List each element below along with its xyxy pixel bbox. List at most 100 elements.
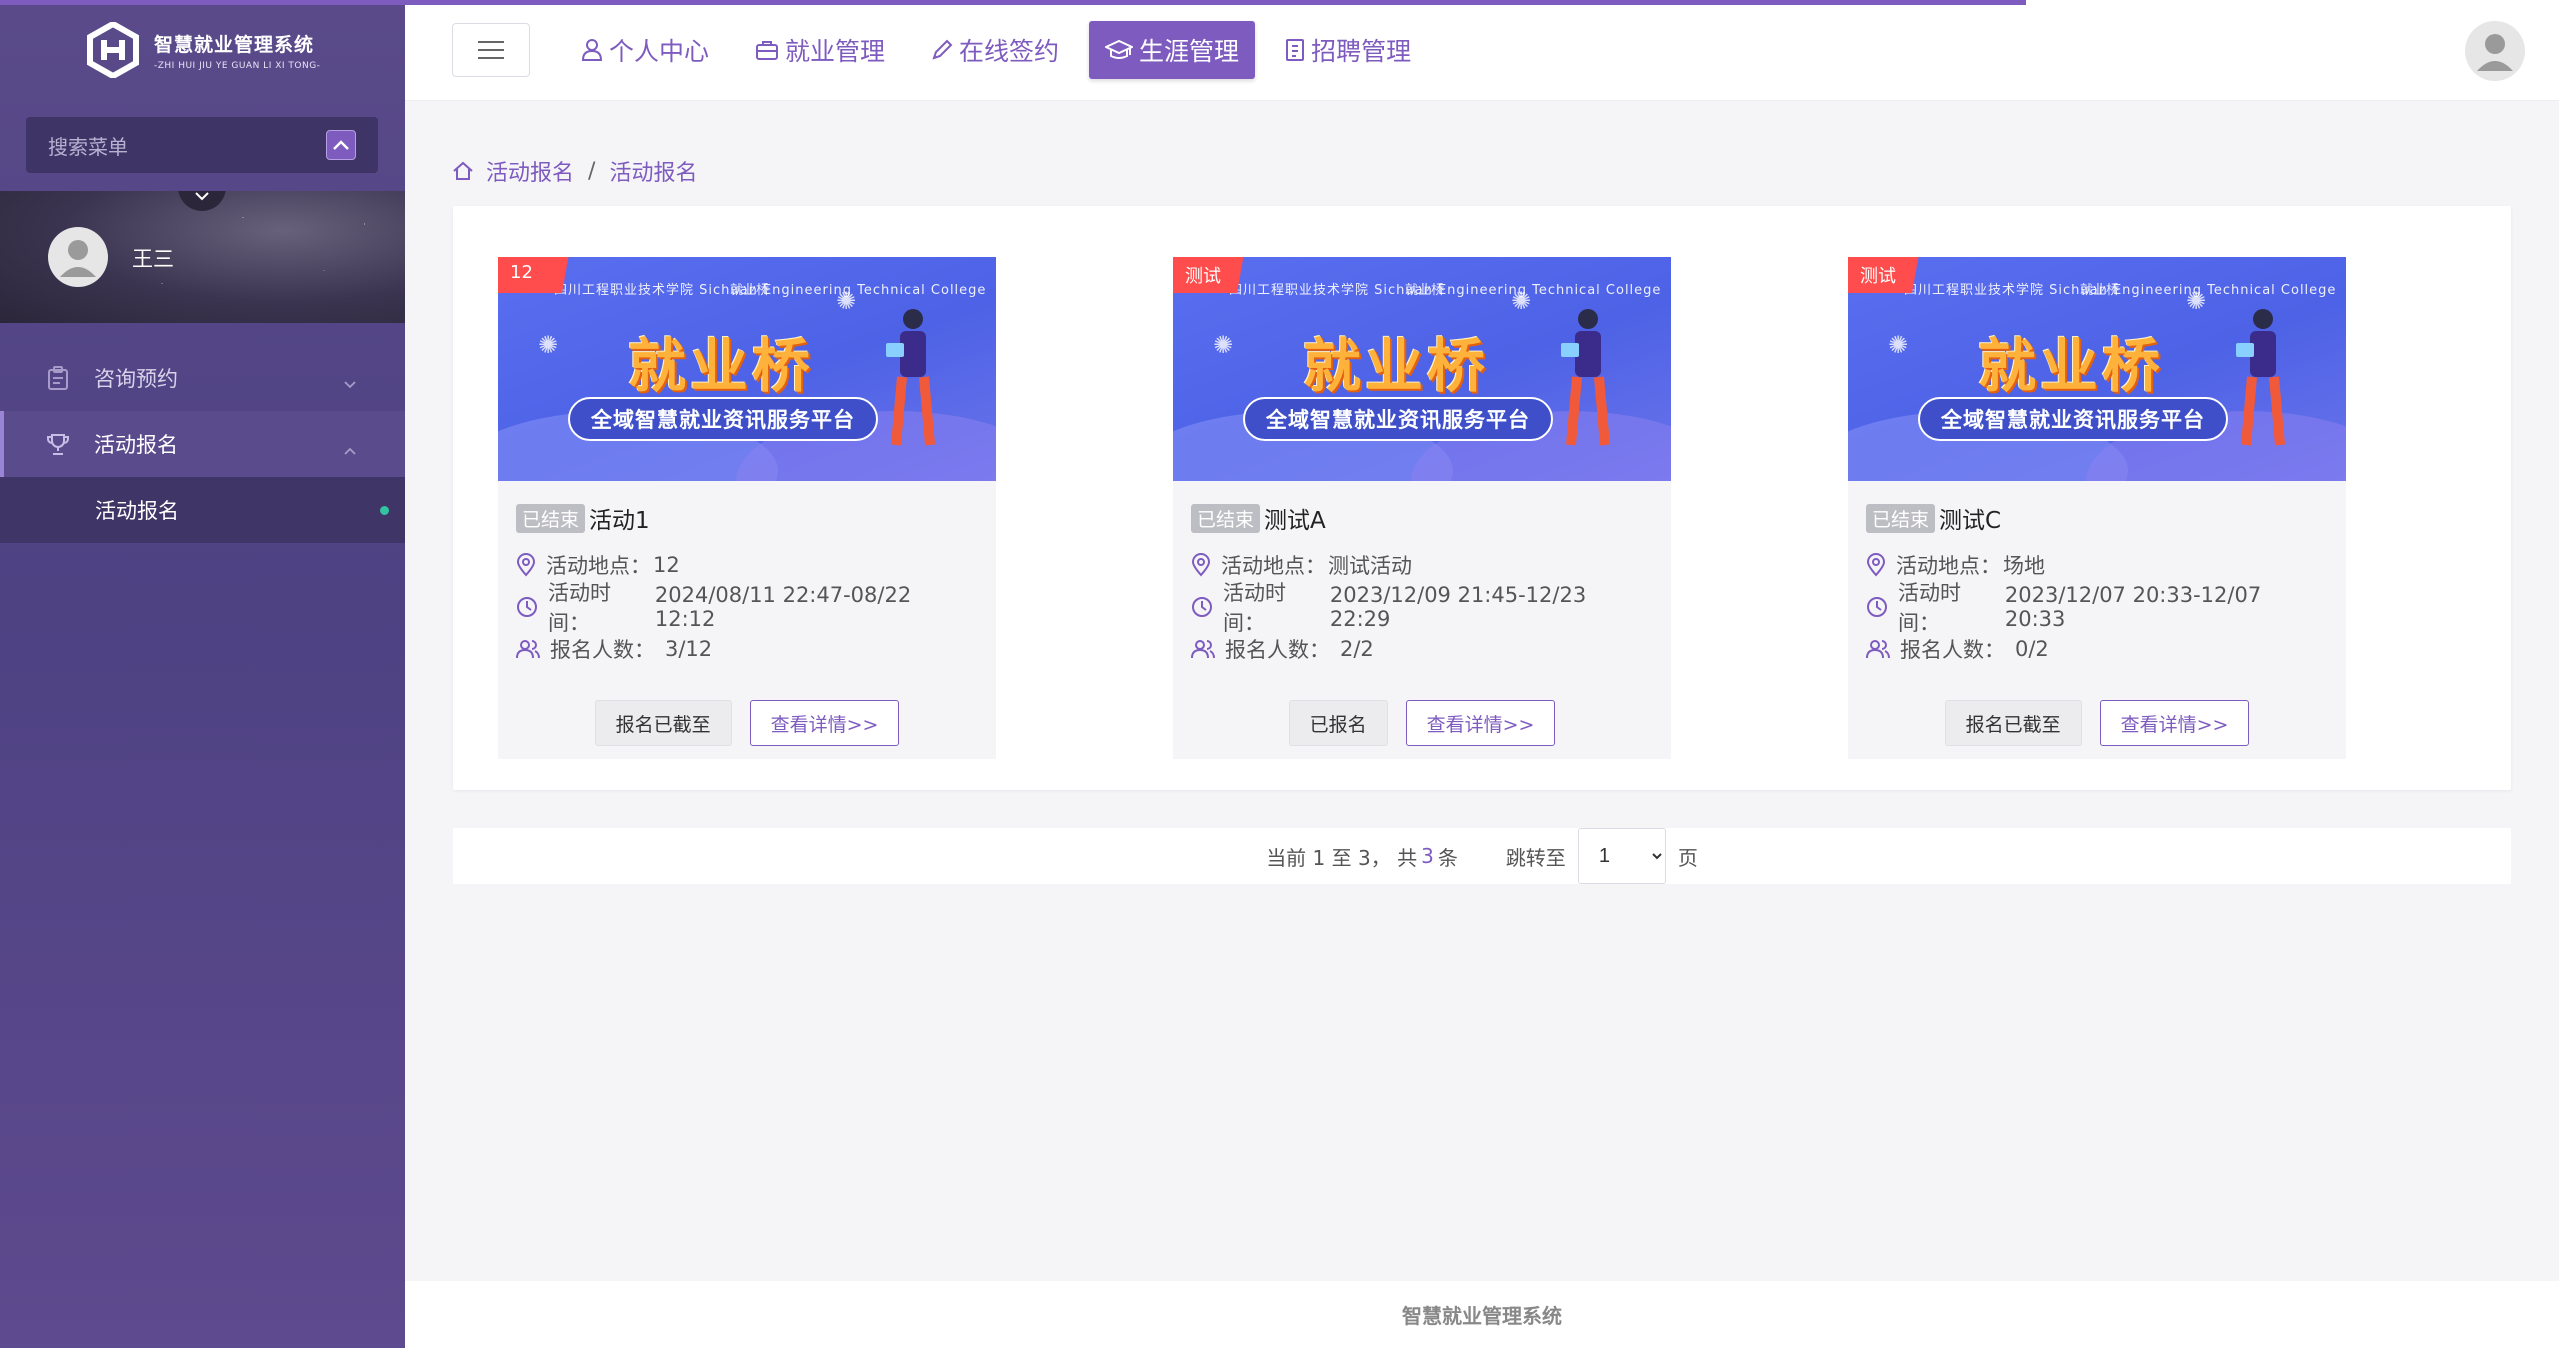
active-dot: [380, 506, 389, 515]
chevron-up-icon[interactable]: [326, 130, 356, 160]
clock-icon: [1867, 597, 1887, 617]
activity-card[interactable]: 四川工程职业技术学院 Sichuan Engineering Technical…: [498, 257, 996, 759]
sparkle-icon: ✺: [836, 287, 857, 315]
pagination-unit: 条: [1437, 845, 1458, 870]
time-value: 2024/08/11 22:47-08/22 12:12: [654, 583, 912, 631]
nav-label: 在线签约: [959, 37, 1060, 66]
user-name: 王三: [132, 247, 174, 271]
sidebar-item-consult[interactable]: 咨询预约: [0, 345, 405, 411]
activity-banner-image: 四川工程职业技术学院 Sichuan Engineering Technical…: [1848, 257, 2346, 481]
users-icon: [1866, 640, 1890, 659]
nav-label: 生涯管理: [1139, 37, 1240, 66]
clock-icon: [517, 597, 537, 617]
top-header: 个人中心 就业管理 在线签约 生涯管理 招聘管理: [405, 0, 2559, 101]
location-value: 场地: [2003, 554, 2045, 578]
menu-toggle-button[interactable]: [452, 23, 530, 77]
status-badge: 已结束: [1866, 503, 1936, 533]
banner-headline: 就业桥: [1303, 332, 1490, 400]
sidebar-item-activity[interactable]: 活动报名: [0, 411, 405, 477]
pen-icon: [932, 39, 953, 60]
activity-card[interactable]: 四川工程职业技术学院 Sichuan Engineering Technical…: [1848, 257, 2346, 759]
view-details-button[interactable]: 查看详情>>: [2099, 700, 2250, 746]
banner-brand: 就业桥: [2080, 283, 2120, 298]
activity-title: 测试A: [1264, 508, 1326, 534]
app-logo: 智慧就业管理系统 -ZHI HUI JIU YE GUAN LI XI TONG…: [86, 22, 320, 78]
count-value: 2/2: [1340, 637, 1374, 661]
view-details-button[interactable]: 查看详情>>: [1405, 700, 1556, 746]
footer: 智慧就业管理系统: [405, 1281, 2559, 1348]
nav-personal-center[interactable]: 个人中心: [565, 21, 725, 79]
nav-online-sign[interactable]: 在线签约: [915, 21, 1075, 79]
banner-college: 四川工程职业技术学院 Sichuan Engineering Technical…: [1229, 283, 1662, 298]
graduation-cap-icon: [1105, 39, 1134, 59]
chevron-down-icon: [343, 371, 357, 395]
signed-up-button[interactable]: 已报名: [1288, 700, 1388, 746]
count-label: 报名人数：: [550, 638, 655, 662]
sparkle-icon: ✺: [1888, 331, 1909, 359]
status-badge: 已结束: [516, 503, 586, 533]
menu-search-placeholder: 搜索菜单: [48, 134, 128, 159]
banner-college: 四川工程职业技术学院 Sichuan Engineering Technical…: [554, 283, 987, 298]
activity-card[interactable]: 四川工程职业技术学院 Sichuan Engineering Technical…: [1173, 257, 1671, 759]
pagination-range: 当前 1 至 3， 共: [1266, 845, 1418, 870]
nav-recruitment[interactable]: 招聘管理: [1269, 21, 1427, 79]
person-illustration: [1561, 309, 1610, 446]
location-label: 活动地点：: [546, 554, 651, 578]
briefcase-icon: [756, 41, 779, 60]
trophy-icon: [46, 432, 70, 456]
sidebar-item-label: 活动报名: [94, 433, 178, 457]
banner-headline: 就业桥: [1978, 332, 2165, 400]
top-nav: 个人中心 就业管理 在线签约 生涯管理 招聘管理: [565, 21, 1427, 79]
nav-label: 个人中心: [609, 37, 710, 66]
person-illustration: [886, 309, 935, 446]
hamburger-icon: [478, 41, 504, 59]
location-pin-icon: [1866, 553, 1886, 577]
clipboard-icon: [46, 366, 70, 390]
sidebar-subitem-activity-signup[interactable]: 活动报名: [0, 477, 405, 543]
location-value: 测试活动: [1328, 554, 1412, 578]
activity-ribbon: 12: [498, 257, 608, 293]
activity-ribbon: 测试: [1173, 257, 1283, 293]
signup-closed-button[interactable]: 报名已截至: [594, 700, 732, 746]
breadcrumb-item-current: 活动报名: [609, 161, 698, 186]
user-panel: 王三: [0, 191, 405, 323]
signup-closed-button[interactable]: 报名已截至: [1944, 700, 2082, 746]
location-label: 活动地点：: [1896, 554, 2001, 578]
count-value: 0/2: [2015, 637, 2049, 661]
status-badge: 已结束: [1191, 503, 1261, 533]
activity-list-panel: 四川工程职业技术学院 Sichuan Engineering Technical…: [453, 206, 2511, 790]
page-select[interactable]: 1: [1577, 828, 1666, 884]
document-icon: [1286, 39, 1305, 61]
banner-slogan: 全域智慧就业资讯服务平台: [1918, 397, 2228, 441]
banner-headline: 就业桥: [628, 332, 815, 400]
breadcrumb: 活动报名 / 活动报名: [452, 155, 697, 187]
sidebar-subitem-label: 活动报名: [95, 499, 179, 523]
location-pin-icon: [516, 553, 536, 577]
avatar[interactable]: [48, 227, 108, 287]
jump-label: 跳转至: [1505, 845, 1566, 870]
sparkle-icon: ✺: [1511, 287, 1532, 315]
banner-slogan: 全域智慧就业资讯服务平台: [1243, 397, 1553, 441]
nav-career[interactable]: 生涯管理: [1089, 21, 1256, 79]
banner-slogan: 全域智慧就业资讯服务平台: [568, 397, 878, 441]
sparkle-icon: ✺: [1213, 331, 1234, 359]
time-label: 活动时间：: [1223, 581, 1286, 635]
user-icon: [581, 39, 603, 61]
app-title: 智慧就业管理系统: [154, 33, 315, 56]
nav-employment[interactable]: 就业管理: [739, 21, 901, 79]
person-illustration: [2236, 309, 2285, 446]
view-details-button[interactable]: 查看详情>>: [749, 700, 900, 746]
header-avatar[interactable]: [2465, 21, 2525, 81]
clock-icon: [1192, 597, 1212, 617]
location-pin-icon: [1191, 553, 1211, 577]
banner-brand: 就业桥: [1405, 283, 1445, 298]
sidebar-menu: 咨询预约 活动报名 活动报名: [0, 345, 405, 543]
activity-banner-image: 四川工程职业技术学院 Sichuan Engineering Technical…: [498, 257, 996, 481]
menu-search-input[interactable]: 搜索菜单: [26, 117, 378, 173]
time-value: 2023/12/09 21:45-12/23 22:29: [1329, 583, 1587, 631]
chevron-up-icon: [343, 437, 357, 461]
home-icon[interactable]: [452, 161, 474, 181]
breadcrumb-item[interactable]: 活动报名: [486, 155, 574, 187]
location-value: 12: [653, 553, 680, 577]
sidebar-item-label: 咨询预约: [94, 367, 178, 391]
